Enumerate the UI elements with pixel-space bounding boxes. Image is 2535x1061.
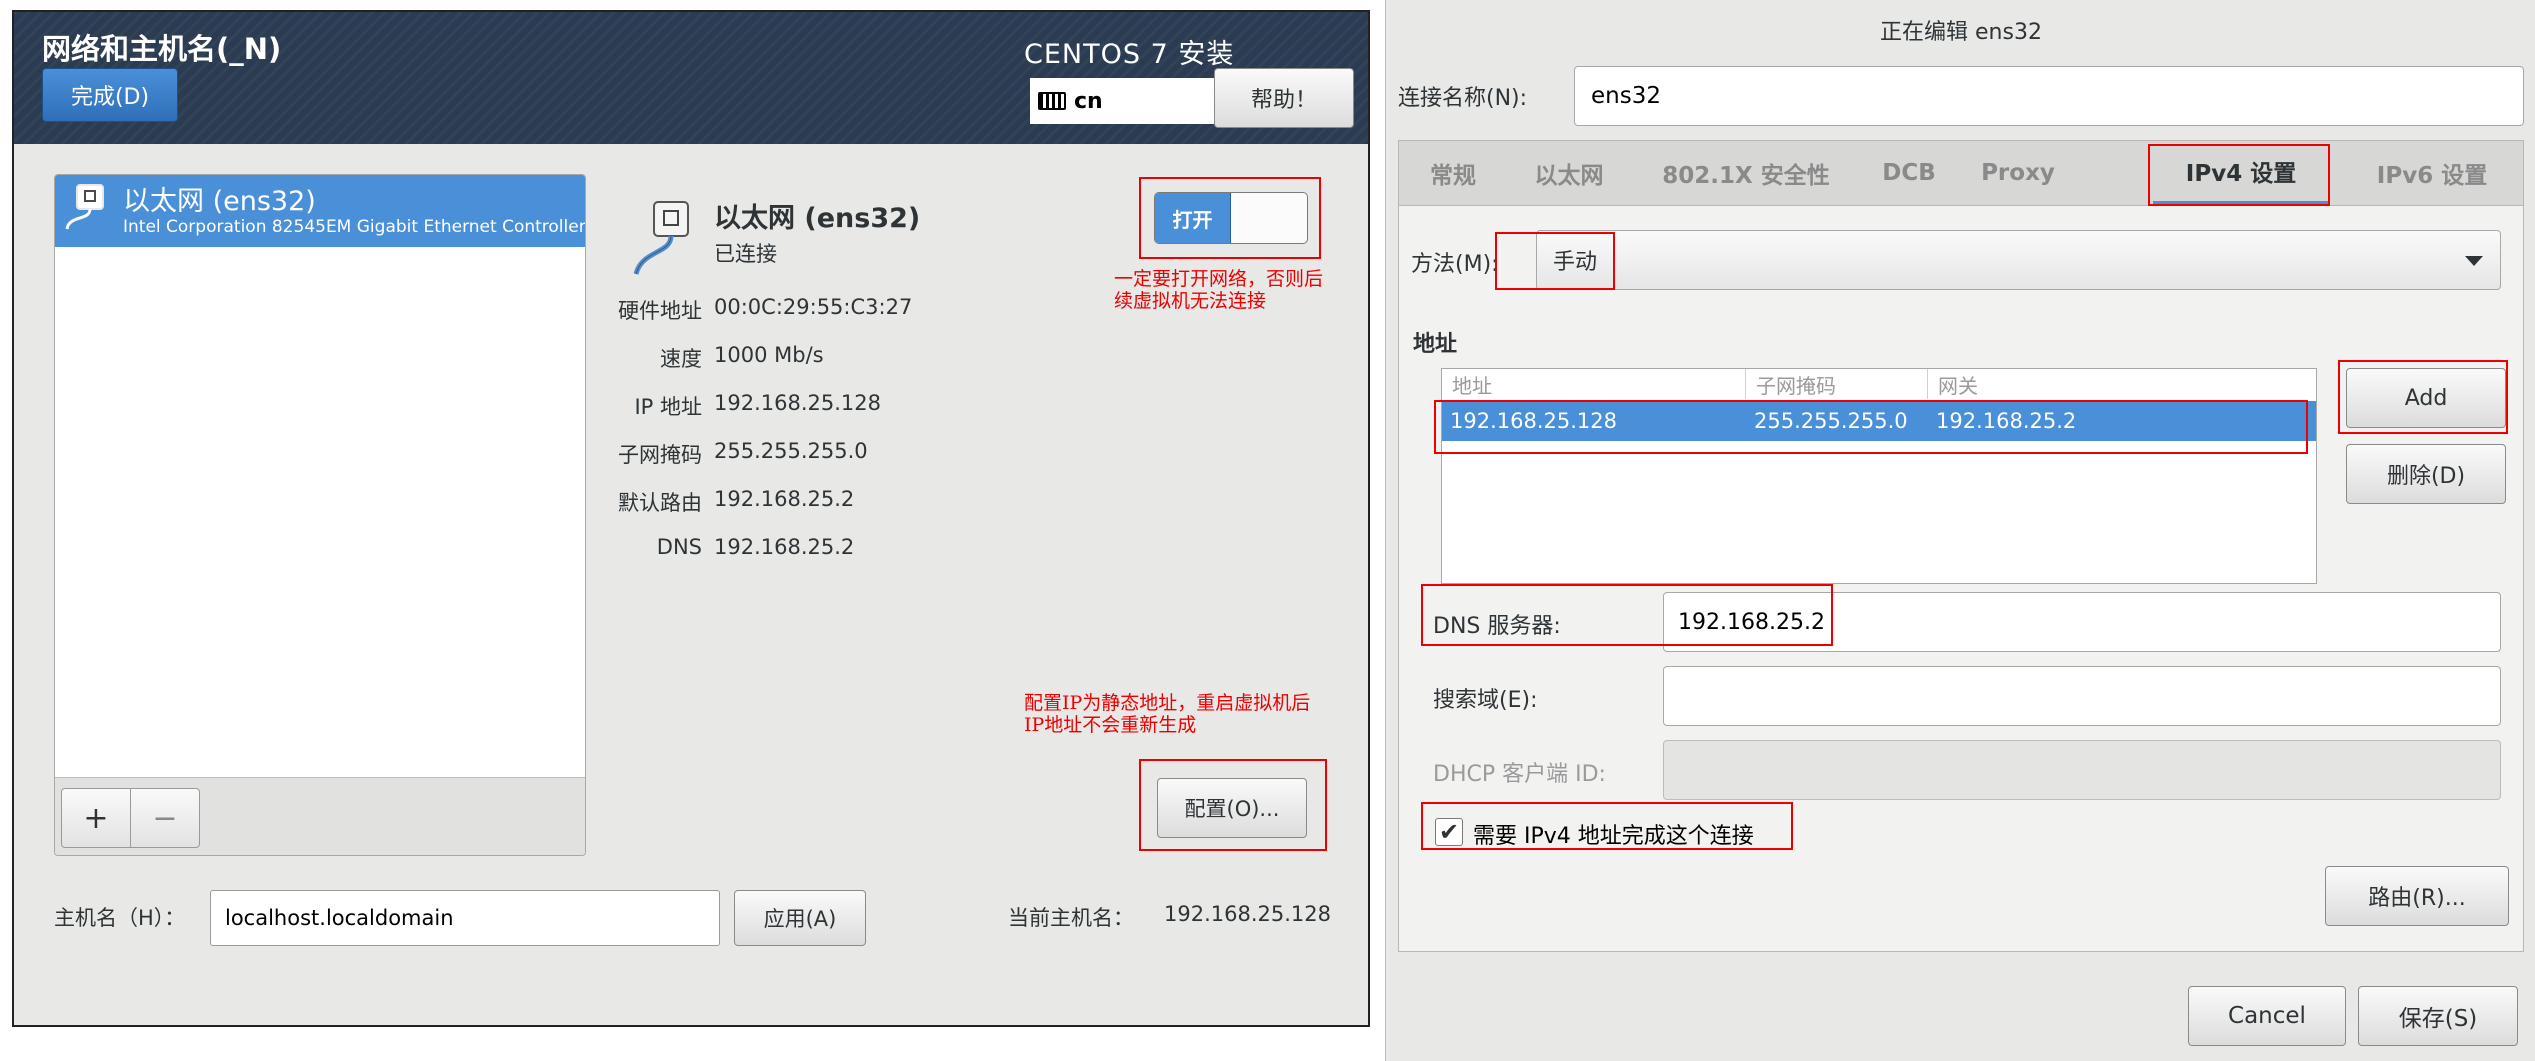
- property-label: 默认路由: [618, 491, 702, 515]
- spoke-title: 网络和主机名(_N): [42, 32, 282, 66]
- property-label: DNS: [656, 535, 702, 559]
- property-value: 192.168.25.2: [714, 535, 855, 559]
- device-list-toolbar: + −: [55, 777, 585, 855]
- cancel-button[interactable]: Cancel: [2188, 986, 2346, 1046]
- property-label: IP 地址: [634, 395, 702, 419]
- annotation-highlight-box: [2338, 360, 2508, 434]
- remove-device-button[interactable]: −: [130, 788, 200, 848]
- property-value: 1000 Mb/s: [714, 343, 824, 367]
- annotation-highlight-box: [1434, 400, 2308, 454]
- address-heading: 地址: [1413, 332, 1458, 357]
- annotation-highlight-box: [1421, 802, 1793, 850]
- tab-dcb[interactable]: DCB: [1861, 141, 1957, 205]
- spoke-header: 网络和主机名(_N) 完成(D) CENTOS 7 安装 cn 帮助！: [14, 12, 1368, 144]
- tab-general[interactable]: 常规: [1399, 141, 1507, 205]
- annotation-line: IP地址不会重新生成: [1024, 714, 1197, 736]
- tab-ipv6-settings[interactable]: IPv6 设置: [2339, 141, 2525, 205]
- column-header-gateway[interactable]: 网关: [1928, 369, 2316, 399]
- annotation-line: 续虚拟机无法连接: [1114, 290, 1267, 312]
- help-button[interactable]: 帮助！: [1214, 68, 1354, 128]
- annotation-highlight-box: [1495, 232, 1615, 290]
- configure-button[interactable]: 配置(O)...: [1157, 778, 1307, 838]
- hostname-label: 主机名（H）：: [54, 906, 186, 930]
- property-value: 00:0C:29:55:C3:27: [714, 295, 913, 319]
- edit-connection-dialog: 正在编辑 ens32 连接名称(N): ens32 常规 以太网 802.1X …: [1385, 0, 2535, 1061]
- save-button[interactable]: 保存(S): [2358, 986, 2518, 1046]
- property-value: 192.168.25.2: [714, 487, 855, 511]
- tab-proxy[interactable]: Proxy: [1957, 141, 2079, 205]
- keyboard-layout-label: cn: [1074, 88, 1103, 114]
- add-device-button[interactable]: +: [61, 788, 131, 848]
- dhcp-client-id-label: DHCP 客户端 ID:: [1433, 762, 1606, 787]
- column-header-netmask[interactable]: 子网掩码: [1746, 369, 1928, 399]
- search-domains-input[interactable]: [1663, 666, 2501, 726]
- device-list-item-ens32[interactable]: 以太网 (ens32) Intel Corporation 82545EM Gi…: [55, 175, 585, 247]
- keyboard-icon: [1038, 92, 1066, 110]
- annotation-highlight-box: [1421, 584, 1833, 646]
- annotation-line: 配置IP为静态地址，重启虚拟机后: [1024, 692, 1311, 714]
- current-hostname-value: 192.168.25.128: [1164, 902, 1331, 926]
- search-domains-label: 搜索域(E):: [1433, 688, 1538, 713]
- column-header-address[interactable]: 地址: [1442, 369, 1746, 399]
- method-select[interactable]: 手动: [1536, 230, 2501, 290]
- ethernet-icon: [633, 201, 689, 275]
- chevron-down-icon: [2465, 256, 2483, 266]
- property-label: 硬件地址: [618, 299, 702, 323]
- annotation-highlight-box: [2148, 144, 2330, 206]
- network-hostname-window: 网络和主机名(_N) 完成(D) CENTOS 7 安装 cn 帮助！ 以太网 …: [12, 10, 1370, 1027]
- dialog-title: 正在编辑 ens32: [1880, 20, 2042, 45]
- done-button[interactable]: 完成(D): [42, 68, 178, 122]
- apply-hostname-button[interactable]: 应用(A): [734, 890, 866, 946]
- settings-tabs: 常规 以太网 802.1X 安全性 DCB Proxy IPv4 设置 IPv6…: [1398, 140, 2524, 206]
- detail-device-name: 以太网 (ens32): [714, 203, 921, 234]
- delete-address-button[interactable]: 删除(D): [2346, 444, 2506, 504]
- ethernet-icon: [65, 184, 104, 230]
- annotation-switch: 一定要打开网络，否则后 续虚拟机无法连接: [1114, 268, 1323, 312]
- connection-name-input[interactable]: ens32: [1574, 66, 2524, 126]
- annotation-config: 配置IP为静态地址，重启虚拟机后 IP地址不会重新生成: [1024, 692, 1310, 736]
- toggle-on-label: 打开: [1155, 193, 1231, 243]
- device-name: 以太网 (ens32): [123, 186, 316, 217]
- ipv4-settings-panel: 方法(M): 手动 地址 地址 子网掩码 网关 192.168.25.128 2…: [1398, 206, 2524, 952]
- current-hostname-label: 当前主机名：: [1008, 906, 1134, 930]
- routes-button[interactable]: 路由(R)...: [2325, 866, 2509, 926]
- dhcp-client-id-input: [1663, 740, 2501, 800]
- method-label: 方法(M):: [1411, 252, 1499, 277]
- tab-8021x-security[interactable]: 802.1X 安全性: [1631, 141, 1861, 205]
- tab-ethernet[interactable]: 以太网: [1507, 141, 1631, 205]
- property-label: 速度: [660, 347, 702, 371]
- property-value: 192.168.25.128: [714, 391, 881, 415]
- property-value: 255.255.255.0: [714, 439, 868, 463]
- device-description: Intel Corporation 82545EM Gigabit Ethern…: [123, 217, 586, 237]
- connection-name-label: 连接名称(N):: [1398, 86, 1528, 111]
- connection-status: 已连接: [714, 242, 777, 266]
- property-label: 子网掩码: [618, 443, 702, 467]
- network-toggle-switch[interactable]: 打开: [1154, 192, 1308, 244]
- install-title: CENTOS 7 安装: [1024, 39, 1235, 70]
- annotation-line: 一定要打开网络，否则后: [1114, 268, 1324, 290]
- hostname-input[interactable]: localhost.localdomain: [210, 890, 720, 946]
- keyboard-layout-indicator[interactable]: cn: [1030, 78, 1226, 124]
